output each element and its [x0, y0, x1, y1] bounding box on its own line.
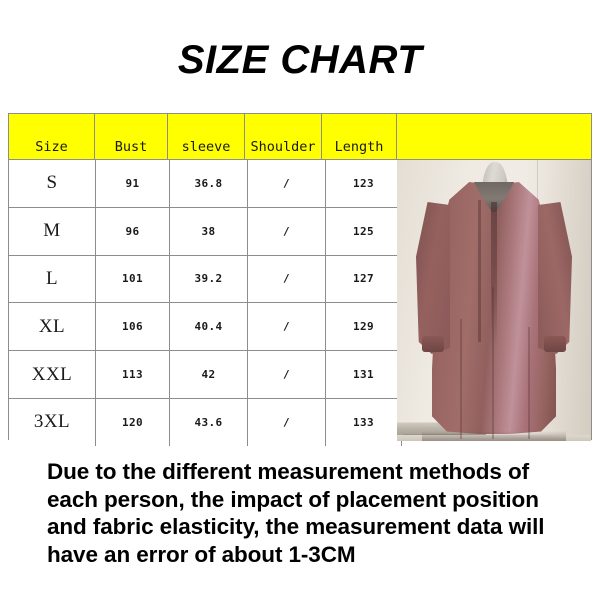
table-row: XXL 113 42 / 131: [9, 350, 402, 399]
dress-cuff-left: [422, 336, 444, 352]
cell-sleeve: 43.6: [169, 398, 248, 446]
cell-bust: 106: [95, 302, 170, 352]
cell-sleeve: 39.2: [169, 255, 248, 304]
table-row: 3XL 120 43.6 / 133: [9, 398, 402, 446]
dress-hem-shadow: [422, 431, 566, 441]
cell-bust: 91: [95, 160, 170, 208]
cell-bust: 120: [95, 398, 170, 446]
cell-size: S: [9, 160, 96, 208]
dress-garment: [414, 176, 574, 441]
column-header-length: Length: [322, 114, 397, 159]
cell-size: XXL: [9, 350, 96, 399]
dress-skirt-fold: [460, 319, 462, 439]
cell-shoulder: /: [247, 255, 326, 304]
cell-length: 131: [325, 350, 402, 399]
cell-length: 125: [325, 207, 402, 256]
table-body-area: S 91 36.8 / 123 M 96 38 / 125 L 101 39.2: [9, 160, 591, 446]
table-row: L 101 39.2 / 127: [9, 255, 402, 304]
cell-sleeve: 36.8: [169, 160, 248, 208]
cell-length: 133: [325, 398, 402, 446]
dress-sleeve-left: [416, 202, 450, 354]
measurement-disclaimer: Due to the different measurement methods…: [47, 459, 545, 567]
cell-shoulder: /: [247, 302, 326, 352]
cell-shoulder: /: [247, 207, 326, 256]
cell-bust: 101: [95, 255, 170, 304]
product-photo: [397, 160, 591, 441]
table-row: XL 106 40.4 / 129: [9, 302, 402, 352]
cell-sleeve: 38: [169, 207, 248, 256]
page-title: SIZE CHART: [177, 38, 423, 82]
dress-skirt-fold: [492, 287, 494, 439]
column-header-size: Size: [9, 114, 95, 159]
dress-cuff-right: [544, 336, 566, 352]
cell-size: L: [9, 255, 96, 304]
column-header-sleeve: sleeve: [168, 114, 245, 159]
cell-sleeve: 40.4: [169, 302, 248, 352]
dress-placket-fold: [478, 200, 481, 342]
cell-shoulder: /: [247, 160, 326, 208]
dress-skirt-fold: [528, 327, 530, 439]
cell-size: 3XL: [9, 398, 96, 446]
cell-shoulder: /: [247, 350, 326, 399]
column-header-bust: Bust: [95, 114, 168, 159]
cell-shoulder: /: [247, 398, 326, 446]
cell-length: 127: [325, 255, 402, 304]
column-header-photo: [397, 114, 591, 159]
cell-size: XL: [9, 302, 96, 352]
table-header-row: Size Bust sleeve Shoulder Length: [9, 114, 591, 160]
cell-size: M: [9, 207, 96, 256]
dress-sleeve-right: [538, 202, 572, 354]
table-row: M 96 38 / 125: [9, 207, 402, 256]
cell-bust: 96: [95, 207, 170, 256]
cell-length: 123: [325, 160, 402, 208]
table-row: S 91 36.8 / 123: [9, 160, 402, 208]
cell-bust: 113: [95, 350, 170, 399]
size-chart-block: Size Bust sleeve Shoulder Length S 91 36…: [8, 113, 592, 446]
cell-sleeve: 42: [169, 350, 248, 399]
cell-length: 129: [325, 302, 402, 352]
measurements-table: S 91 36.8 / 123 M 96 38 / 125 L 101 39.2: [9, 160, 402, 446]
column-header-shoulder: Shoulder: [245, 114, 322, 159]
